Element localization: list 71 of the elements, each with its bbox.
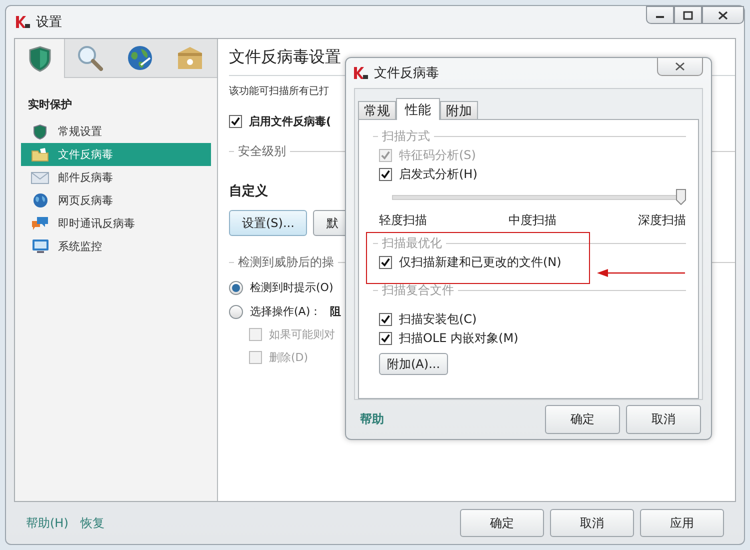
dialog-title: 文件反病毒 [374,65,439,82]
search-icon [77,45,103,71]
group-legend: 扫描方式 [382,128,430,144]
checkbox[interactable] [379,168,392,181]
action-value: 阻 [330,304,342,319]
checkbox-label: 删除(D) [269,350,308,365]
shield-icon [28,46,50,72]
nav-tab[interactable] [15,39,65,78]
level-name: 自定义 [229,182,268,200]
checkbox[interactable] [379,332,392,345]
radio-button[interactable] [229,304,243,318]
checkbox-label: 启发式分析(H) [399,166,478,183]
dialog-tab[interactable]: 附加 [440,101,478,119]
checkbox-label: 仅扫描新建和已更改的文件(N) [399,254,562,271]
dialog-button[interactable]: 确定 [545,405,620,434]
maximize-icon [683,10,693,20]
radio-button[interactable] [229,280,243,294]
checkbox-label: 启用文件反病毒( [249,114,332,129]
group-legend: 安全级别 [238,143,286,160]
maximize-button[interactable] [674,6,702,24]
sidebar-item[interactable]: 常规设置 [21,120,211,143]
globe-icon [32,193,48,208]
help-link[interactable]: 帮助 [360,411,384,428]
page-title: 文件反病毒设置 [229,46,341,68]
slider-thumb[interactable] [676,189,686,205]
checkbox-label: 如果可能则对 [269,327,335,342]
description-text: 该功能可扫描所有已打 [229,84,330,98]
group-legend: 扫描复合文件 [382,282,454,298]
slider-label: 深度扫描 [638,212,686,229]
additional-button[interactable]: 附加(A)... [379,353,448,375]
slider-label: 中度扫描 [508,212,556,229]
logo-icon [354,67,368,79]
dialog-tab[interactable]: 性能 [396,98,440,120]
monitor-icon [32,239,48,254]
sidebar-item[interactable]: 即时通讯反病毒 [21,212,211,235]
group-legend: 扫描最优化 [382,234,442,252]
close-icon [718,10,728,20]
footer-button[interactable]: 取消 [550,509,634,537]
box-icon [176,46,204,70]
sidebar-item[interactable]: 网页反病毒 [21,189,211,212]
checkbox-label: 特征码分析(S) [399,147,476,164]
shield-icon [33,124,47,140]
sidebar-item[interactable]: 邮件反病毒 [21,166,211,189]
chat-icon [31,216,49,231]
footer-button[interactable]: 确定 [460,509,544,537]
close-icon [675,62,685,71]
window-title: 设置 [36,14,62,31]
dialog-tab[interactable]: 常规 [358,101,396,119]
checkbox[interactable] [379,256,392,269]
close-button[interactable] [657,58,703,76]
settings-button[interactable]: 设置(S)... [229,210,308,236]
group-legend: 检测到威胁后的操 [238,254,334,271]
section-heading: 实时保护 [28,97,73,112]
close-button[interactable] [702,6,744,24]
logo-icon [16,16,30,28]
footer-button[interactable]: 应用 [640,509,724,537]
slider-label: 轻度扫描 [379,212,427,229]
radio-label: 检测到时提示(O) [250,280,334,295]
checkbox[interactable] [229,115,242,128]
minimize-button[interactable] [646,6,674,24]
globe-icon [127,45,153,71]
folder-icon [31,148,49,162]
dialog-button[interactable]: 取消 [626,405,701,434]
checkbox-label: 扫描OLE 内嵌对象(M) [399,330,518,347]
radio-label: 选择操作(A)： [250,304,322,319]
checkbox[interactable] [379,313,392,326]
footer-link[interactable]: 帮助(H) [26,514,68,532]
sidebar-item[interactable]: 系统监控 [21,235,211,258]
envelope-icon [31,172,49,184]
footer-link[interactable]: 恢复 [80,514,104,532]
checkbox-label: 扫描安装包(C) [399,311,477,328]
